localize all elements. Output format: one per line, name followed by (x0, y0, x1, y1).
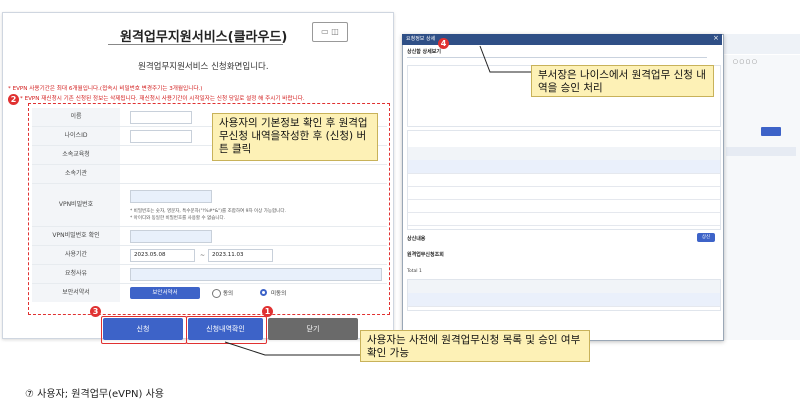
connector-history (224, 341, 360, 356)
connector-approval (479, 45, 531, 73)
callout-history: 사용자는 사전에 원격업무신청 목록 및 승인 여부 확인 가능 (360, 330, 590, 362)
footer-caption: ⑦ 사용자; 원격업무(eVPN) 사용 (25, 389, 164, 400)
